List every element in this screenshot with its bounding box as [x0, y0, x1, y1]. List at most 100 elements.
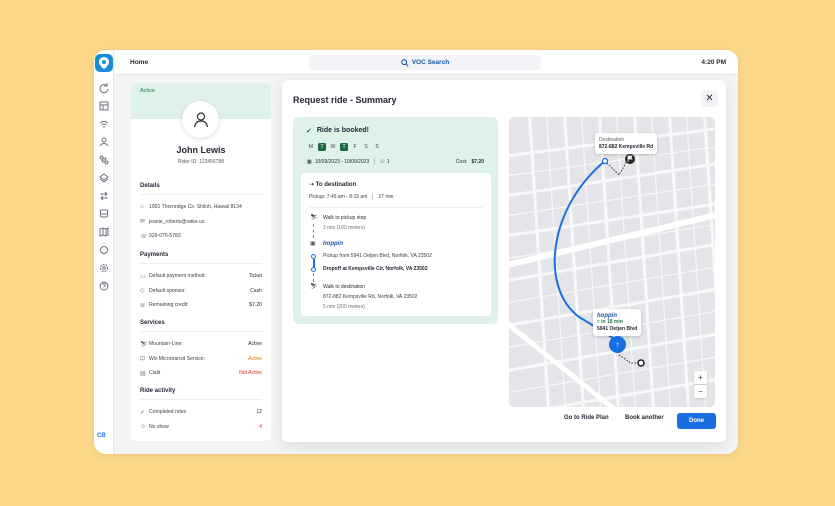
app-logo-icon[interactable]: [95, 54, 113, 72]
top-bar: Home VOC Search 4:20 PM: [114, 50, 738, 75]
payments-section: Payments ▭ Default payment method: Ticket …: [140, 252, 262, 313]
payment-row: ◇ Default sponsor: Cash: [140, 287, 262, 295]
trip-meta: ▦ 10/09/2023 - 10/09/2023 ⚇ 1 Cost: $7.2…: [307, 158, 484, 165]
user-icon[interactable]: [99, 137, 109, 147]
dashboard-icon[interactable]: [99, 101, 109, 111]
mail-icon: ✉: [140, 219, 146, 226]
section-title: Details: [140, 183, 262, 195]
done-button[interactable]: Done: [677, 413, 716, 429]
avatar: [182, 101, 219, 138]
search-label: VOC Search: [411, 59, 450, 66]
destination-tooltip: Destination 872-882 Kempsville Rd: [595, 133, 658, 154]
layers-icon[interactable]: [99, 173, 109, 183]
walk-icon: ⛷: [310, 284, 318, 290]
transfer-icon[interactable]: [99, 191, 109, 201]
day-chip: T: [318, 143, 326, 151]
settings-icon[interactable]: [99, 263, 109, 273]
route-icon[interactable]: [99, 155, 109, 165]
walk-icon: ⛷: [140, 341, 148, 348]
service-row: ⛷ Mountain-Line: Active: [140, 341, 262, 348]
search-icon: [400, 58, 409, 67]
book-another-button[interactable]: Book another: [625, 415, 664, 421]
calendar-icon: ▦: [307, 158, 312, 165]
zoom-in-button[interactable]: +: [694, 371, 707, 384]
section-title: Ride activity: [140, 388, 262, 400]
day-chip: T: [340, 143, 348, 151]
walk-to-destination-detail: 5 min (200 meters): [323, 304, 365, 310]
day-chip: F: [353, 144, 357, 150]
document-icon: ▤: [140, 370, 146, 377]
phone-icon: ☏: [140, 233, 148, 240]
day-chip: W: [330, 144, 336, 150]
refresh-icon[interactable]: [99, 83, 109, 93]
transit-icon: ⊡: [140, 356, 146, 363]
bus-icon: ▣: [310, 241, 316, 247]
pickup-from: Pickup from 5941 Oetjen Blvd, Norfolk, V…: [323, 253, 432, 259]
modal-footer: Go to Ride Plan Book another Done: [282, 413, 726, 433]
pickup-window: Pickup: 7:45 am - 8:15 am 27 min: [309, 193, 394, 200]
service-row: ⊡ Wix Microtransit Service: Active: [140, 355, 262, 363]
voc-search-bar[interactable]: VOC Search: [309, 55, 541, 70]
person-icon: ☺: [140, 423, 147, 430]
walk-to-pickup-detail: 3 min (100 meters): [323, 225, 365, 231]
user-initials[interactable]: CB: [97, 433, 106, 439]
arrow-icon: ➝: [309, 182, 316, 188]
activity-row: ✓ Completed rides 12: [140, 409, 262, 416]
signal-icon[interactable]: [99, 119, 109, 129]
side-rail: CB: [94, 50, 114, 454]
breadcrumb-home[interactable]: Home: [130, 59, 148, 66]
divider: [372, 193, 374, 200]
close-icon[interactable]: ✕: [701, 90, 718, 107]
divider: [309, 207, 483, 208]
itinerary-panel: ➝ To destination Pickup: 7:45 am - 8:15 …: [301, 173, 491, 316]
day-chip: M: [308, 144, 314, 150]
day-chip: S: [364, 144, 368, 150]
dropoff-at: Dropoff at Kempsville Cir, Norfolk, VA 2…: [323, 266, 428, 272]
vehicle-marker-icon[interactable]: ↑: [609, 336, 626, 353]
operator-logo: hoppin: [323, 241, 343, 247]
address-row: ⌂ 1901 Thornridge Cir. Shiloh, Hawaii 813…: [140, 204, 242, 211]
service-row: ▤ Clalit Not Active: [140, 370, 262, 377]
day-chip: S: [375, 144, 379, 150]
section-title: Services: [140, 320, 262, 332]
walk-to-pickup: Walk to pickup stop: [323, 215, 367, 221]
rider-profile-panel: Active John Lewis Rider ID: 123456788 De…: [131, 83, 271, 441]
walk-to-destination: Walk to destination: [323, 284, 366, 290]
payment-row: ≋ Remaining credit: $7.20: [140, 302, 262, 309]
walk-icon: ⛷: [310, 215, 318, 221]
ride-summary-modal: Request ride - Summary ✕ ✓ Ride is booke…: [282, 80, 726, 442]
route-map[interactable]: Destination 872-882 Kempsville Rd hoppin…: [509, 117, 715, 407]
card-icon: ▭: [140, 273, 146, 280]
zoom-out-button[interactable]: −: [694, 385, 707, 398]
email-row: ✉ jeanie_roberts@ratke.us: [140, 218, 205, 226]
dropoff-dot: [311, 267, 316, 272]
clock: 4:20 PM: [701, 59, 726, 66]
rider-id: Rider ID: 123456788: [177, 159, 225, 165]
coins-icon: ≋: [140, 302, 146, 309]
circle-icon[interactable]: [99, 245, 109, 255]
go-to-ride-plan-button[interactable]: Go to Ride Plan: [564, 415, 609, 421]
map-icon[interactable]: [99, 227, 109, 237]
phone-row: ☏ 929-076-5783: [140, 233, 181, 240]
user-avatar-icon: [193, 111, 208, 127]
itinerary-title: ➝ To destination: [309, 182, 357, 188]
map-streets: [509, 117, 715, 407]
booking-card: ✓ Ride is booked! M T W T F S S ▦ 10/09/…: [293, 117, 498, 324]
check-icon: ✓: [140, 409, 146, 416]
help-icon[interactable]: [99, 281, 109, 291]
trip-dates: 10/09/2023 - 10/09/2023: [314, 158, 370, 165]
payment-row: ▭ Default payment method: Ticket: [140, 273, 262, 280]
check-icon: ✓: [306, 128, 312, 135]
services-section: Services ⛷ Mountain-Line: Active ⊡ Wix Micr…: [140, 320, 262, 381]
activity-row: ☺ No show 4: [140, 423, 262, 430]
weekday-selector: M T W T F S S: [307, 143, 381, 151]
home-icon: ⌂: [140, 204, 144, 211]
bus-icon[interactable]: [99, 209, 109, 219]
passenger-count: 1: [386, 158, 390, 165]
section-title: Payments: [140, 252, 262, 264]
walk-connector: [313, 224, 314, 238]
status-badge: Active: [140, 88, 155, 94]
ride-activity-section: Ride activity ✓ Completed rides 12 ☺ No sho…: [140, 388, 262, 434]
walk-to-destination-address: 872-882 Kempsville Rd, Norfolk, VA 23502: [323, 294, 418, 300]
booked-heading: ✓ Ride is booked!: [306, 127, 369, 135]
